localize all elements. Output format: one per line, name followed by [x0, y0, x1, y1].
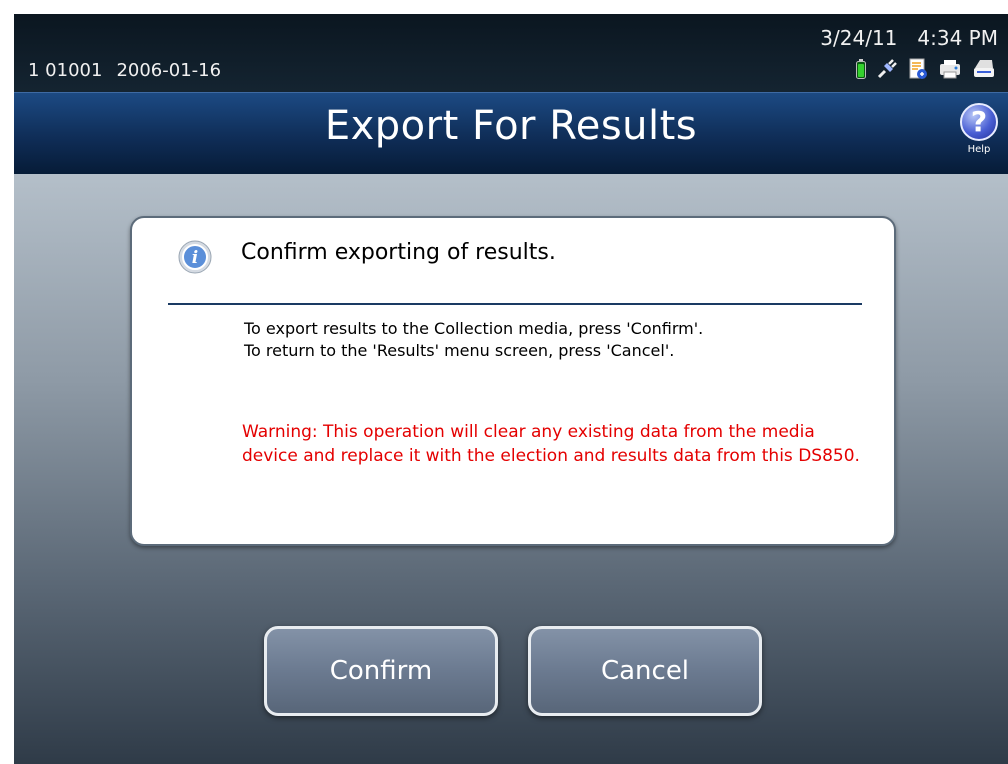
dialog-instructions: To export results to the Collection medi…: [244, 318, 864, 362]
confirm-dialog: i Confirm exporting of results. To expor…: [130, 216, 896, 546]
power-plug-icon: [877, 59, 897, 79]
status-bar: 1 01001 2006-01-16 3/24/11 4:34 PM: [14, 14, 1008, 92]
help-icon[interactable]: ?: [960, 103, 998, 141]
printer-icon: [940, 60, 960, 79]
current-date: 3/24/11: [820, 26, 898, 50]
election-info: 1 01001 2006-01-16: [28, 60, 221, 81]
svg-text:i: i: [192, 248, 198, 268]
content-area: i Confirm exporting of results. To expor…: [14, 174, 1008, 764]
screen: 1 01001 2006-01-16 3/24/11 4:34 PM Expor…: [14, 14, 1008, 764]
battery-icon: [856, 59, 866, 79]
date-time: 3/24/11 4:34 PM: [820, 26, 998, 50]
title-bar: Export For Results ? Help: [14, 92, 1008, 175]
status-icons: [856, 58, 996, 80]
document-icon: [909, 58, 927, 79]
scanner-icon: [974, 60, 994, 77]
info-icon: i: [178, 240, 212, 274]
cancel-button[interactable]: Cancel: [528, 626, 762, 716]
instruction-line-cancel: To return to the 'Results' menu screen, …: [244, 341, 675, 360]
confirm-button[interactable]: Confirm: [264, 626, 498, 716]
election-date: 2006-01-16: [116, 60, 222, 81]
help-button[interactable]: ? Help: [958, 103, 1000, 163]
precinct-id: 1 01001: [28, 60, 103, 81]
instruction-line-confirm: To export results to the Collection medi…: [244, 319, 704, 338]
dialog-heading: Confirm exporting of results.: [241, 240, 556, 265]
divider: [168, 303, 862, 305]
warning-message: Warning: This operation will clear any e…: [242, 422, 860, 466]
help-label: Help: [967, 144, 991, 155]
page-title: Export For Results: [324, 103, 698, 149]
current-time: 4:34 PM: [917, 26, 998, 50]
